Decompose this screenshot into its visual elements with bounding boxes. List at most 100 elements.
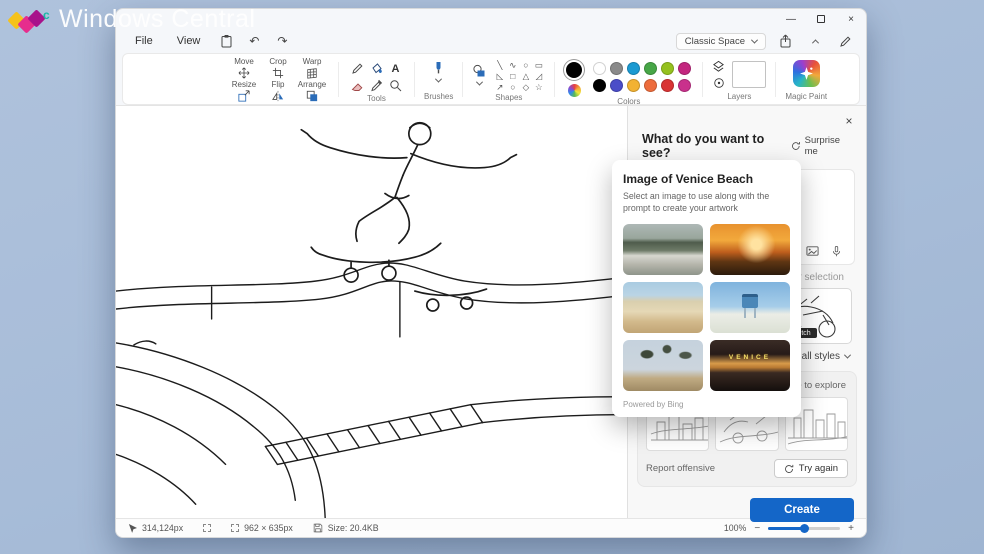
image-option-venice-sign[interactable]: VENICE	[710, 340, 790, 391]
color-wheel-icon[interactable]	[568, 84, 581, 97]
image-option-sunset[interactable]	[710, 224, 790, 275]
arrange-button[interactable]: Arrange	[295, 80, 329, 103]
shape-oval[interactable]: ○	[510, 83, 515, 92]
eraser-tool[interactable]	[351, 79, 364, 92]
resize-button[interactable]: Resize	[227, 80, 261, 103]
color-swatch[interactable]	[678, 79, 691, 92]
try-again-button[interactable]: Try again	[774, 459, 848, 478]
menu-file[interactable]: File	[126, 33, 162, 49]
clipboard-icon[interactable]	[215, 32, 237, 50]
menu-view[interactable]: View	[168, 33, 210, 49]
selection-icon	[203, 524, 211, 532]
shape-quad[interactable]: ◺	[497, 72, 504, 81]
redo-icon[interactable]: ↷	[271, 32, 293, 50]
image-option-palm-trees[interactable]	[623, 340, 703, 391]
crop-button[interactable]: Crop	[261, 57, 295, 80]
microphone-icon[interactable]	[831, 245, 842, 258]
layer-add-icon[interactable]	[713, 77, 725, 89]
shape-rectangle[interactable]: ▭	[535, 61, 543, 70]
move-icon	[238, 67, 250, 79]
color-swatch[interactable]	[644, 79, 657, 92]
magic-paint-button[interactable]	[793, 60, 820, 87]
color-swatch[interactable]	[593, 79, 606, 92]
shape-curve[interactable]: ∿	[509, 61, 516, 70]
shape-star[interactable]: ☆	[535, 83, 543, 92]
titlebar: — ×	[116, 9, 866, 29]
magnifier-tool[interactable]	[389, 79, 402, 92]
eyedropper-tool[interactable]	[370, 79, 383, 92]
layer-thumbnail[interactable]	[732, 61, 766, 88]
chevron-down-icon	[751, 36, 758, 43]
minimize-button[interactable]: —	[776, 9, 806, 29]
menubar-right: Classic Space	[676, 32, 856, 50]
file-size: Size: 20.4KB	[313, 523, 379, 533]
image-grid: VENICE	[623, 224, 790, 391]
close-button[interactable]: ×	[836, 9, 866, 29]
color-swatch[interactable]	[610, 62, 623, 75]
ribbon-divider	[462, 62, 463, 97]
share-icon[interactable]	[774, 32, 796, 50]
shape-diamond[interactable]: ◇	[523, 83, 530, 92]
color-swatch[interactable]	[661, 62, 674, 75]
shape-line[interactable]: ╲	[497, 61, 502, 70]
color-swatch[interactable]	[627, 79, 640, 92]
zoom-in-button[interactable]: +	[848, 523, 854, 534]
pencil-tool[interactable]	[351, 62, 364, 75]
sparkle-icon	[799, 66, 814, 81]
selection-group: Move Resize Crop Flip Warp	[227, 57, 329, 102]
color-swatch[interactable]	[593, 62, 606, 75]
surprise-me-button[interactable]: Surprise me	[791, 135, 854, 157]
ribbon-divider	[338, 62, 339, 97]
text-tool[interactable]: A	[392, 63, 400, 75]
color-swatch[interactable]	[661, 79, 674, 92]
undo-icon[interactable]: ↶	[243, 32, 265, 50]
brushes-dropdown-icon[interactable]	[435, 76, 442, 83]
warp-button[interactable]: Warp	[295, 57, 329, 80]
menubar: File View ↶ ↷ Classic Space	[116, 29, 866, 53]
popup-subtitle: Select an image to use along with the pr…	[623, 191, 781, 215]
image-option-lifeguard-tower[interactable]	[710, 282, 790, 333]
shape-circle[interactable]: ○	[523, 61, 528, 70]
layers-stack-icon[interactable]	[712, 60, 725, 73]
image-option-beach-street[interactable]	[623, 282, 703, 333]
image-attach-icon[interactable]	[806, 245, 819, 258]
lifeguard-tower-legs	[744, 308, 756, 318]
logo-diamond-yellow	[7, 11, 25, 29]
brush-icon[interactable]	[432, 61, 445, 75]
skater-sketch	[116, 106, 627, 518]
canvas-dimensions: 962 × 635px	[231, 523, 293, 533]
logo-letter-c: c	[43, 8, 50, 22]
fill-tool[interactable]	[370, 62, 383, 75]
style-preset-select[interactable]: Classic Space	[676, 33, 766, 50]
collapse-ribbon-icon[interactable]	[804, 32, 826, 50]
color-swatch[interactable]	[610, 79, 623, 92]
zoom-slider[interactable]	[768, 527, 840, 530]
image-option-boardwalk[interactable]	[623, 224, 703, 275]
resize-icon	[238, 90, 250, 102]
shape-triangle[interactable]: △	[523, 72, 530, 81]
selected-color-swatch[interactable]	[566, 62, 582, 78]
shape-square[interactable]: □	[510, 72, 515, 81]
chevron-down-icon	[844, 352, 851, 359]
zoom-slider-knob[interactable]	[800, 524, 809, 533]
shape-picker: ╲ ∿ ○ ▭ ◺ □ △ ◿ ↗ ○ ◇ ☆	[493, 60, 545, 93]
flip-button[interactable]: Flip	[261, 80, 295, 103]
panel-close-button[interactable]: ×	[840, 112, 858, 130]
shape-arrow[interactable]: ↗	[496, 83, 503, 92]
move-button[interactable]: Move	[227, 57, 261, 80]
zoom-out-button[interactable]: −	[754, 523, 760, 534]
maximize-button[interactable]	[806, 9, 836, 29]
report-offensive-link[interactable]: Report offensive	[646, 463, 715, 474]
drawing-canvas[interactable]	[116, 106, 627, 518]
create-button[interactable]: Create	[750, 498, 854, 522]
color-swatch[interactable]	[678, 62, 691, 75]
windows-central-logo-icon: c	[10, 6, 50, 34]
color-swatch[interactable]	[627, 62, 640, 75]
chevron-up-icon	[811, 39, 818, 46]
refresh-icon	[791, 141, 801, 151]
pen-icon[interactable]	[834, 32, 856, 50]
shapes-icon[interactable]	[472, 64, 486, 78]
color-swatch[interactable]	[644, 62, 657, 75]
shape-right-triangle[interactable]: ◿	[536, 72, 543, 81]
shapes-dropdown-icon[interactable]	[476, 79, 483, 86]
